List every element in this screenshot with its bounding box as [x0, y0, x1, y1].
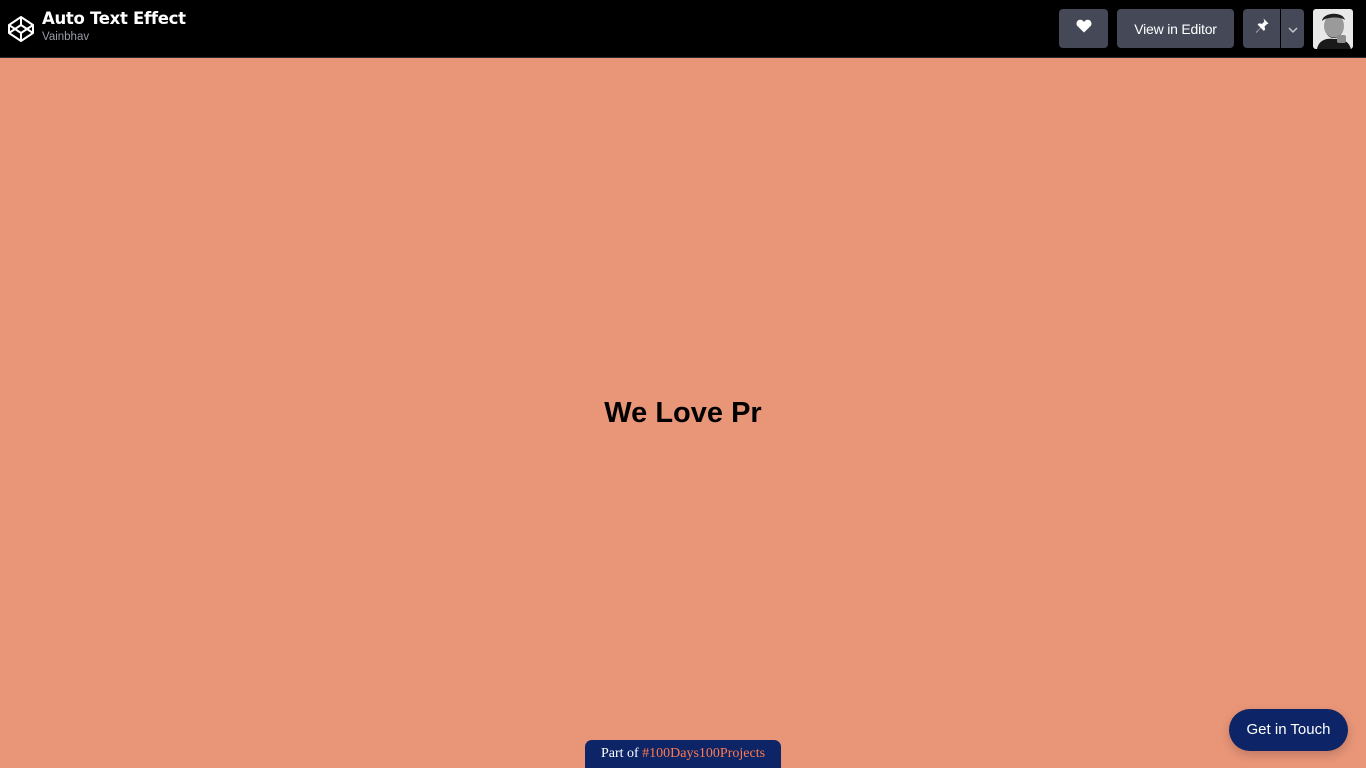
- pen-title-block: Auto Text Effect Vainbhav: [42, 8, 186, 44]
- view-in-editor-button[interactable]: View in Editor: [1117, 9, 1234, 48]
- pin-icon: [1255, 18, 1269, 39]
- top-bar: Auto Text Effect Vainbhav View in Editor: [0, 0, 1366, 58]
- get-in-touch-button[interactable]: Get in Touch: [1229, 709, 1348, 751]
- like-button[interactable]: [1059, 9, 1108, 48]
- codepen-logo-icon[interactable]: [7, 15, 35, 43]
- chevron-down-icon: [1288, 20, 1298, 38]
- pin-dropdown-button[interactable]: [1281, 9, 1304, 48]
- user-avatar[interactable]: [1313, 9, 1353, 49]
- animated-headline: We Love Pr: [604, 397, 762, 429]
- badge-hashtag[interactable]: #100Days100Projects: [642, 746, 765, 761]
- project-badge[interactable]: Part of #100Days100Projects: [585, 740, 781, 768]
- pin-button[interactable]: [1243, 9, 1280, 48]
- pen-title: Auto Text Effect: [42, 9, 186, 28]
- badge-prefix: Part of: [600, 746, 639, 761]
- pen-author[interactable]: Vainbhav: [42, 30, 186, 44]
- heart-icon: [1076, 19, 1092, 38]
